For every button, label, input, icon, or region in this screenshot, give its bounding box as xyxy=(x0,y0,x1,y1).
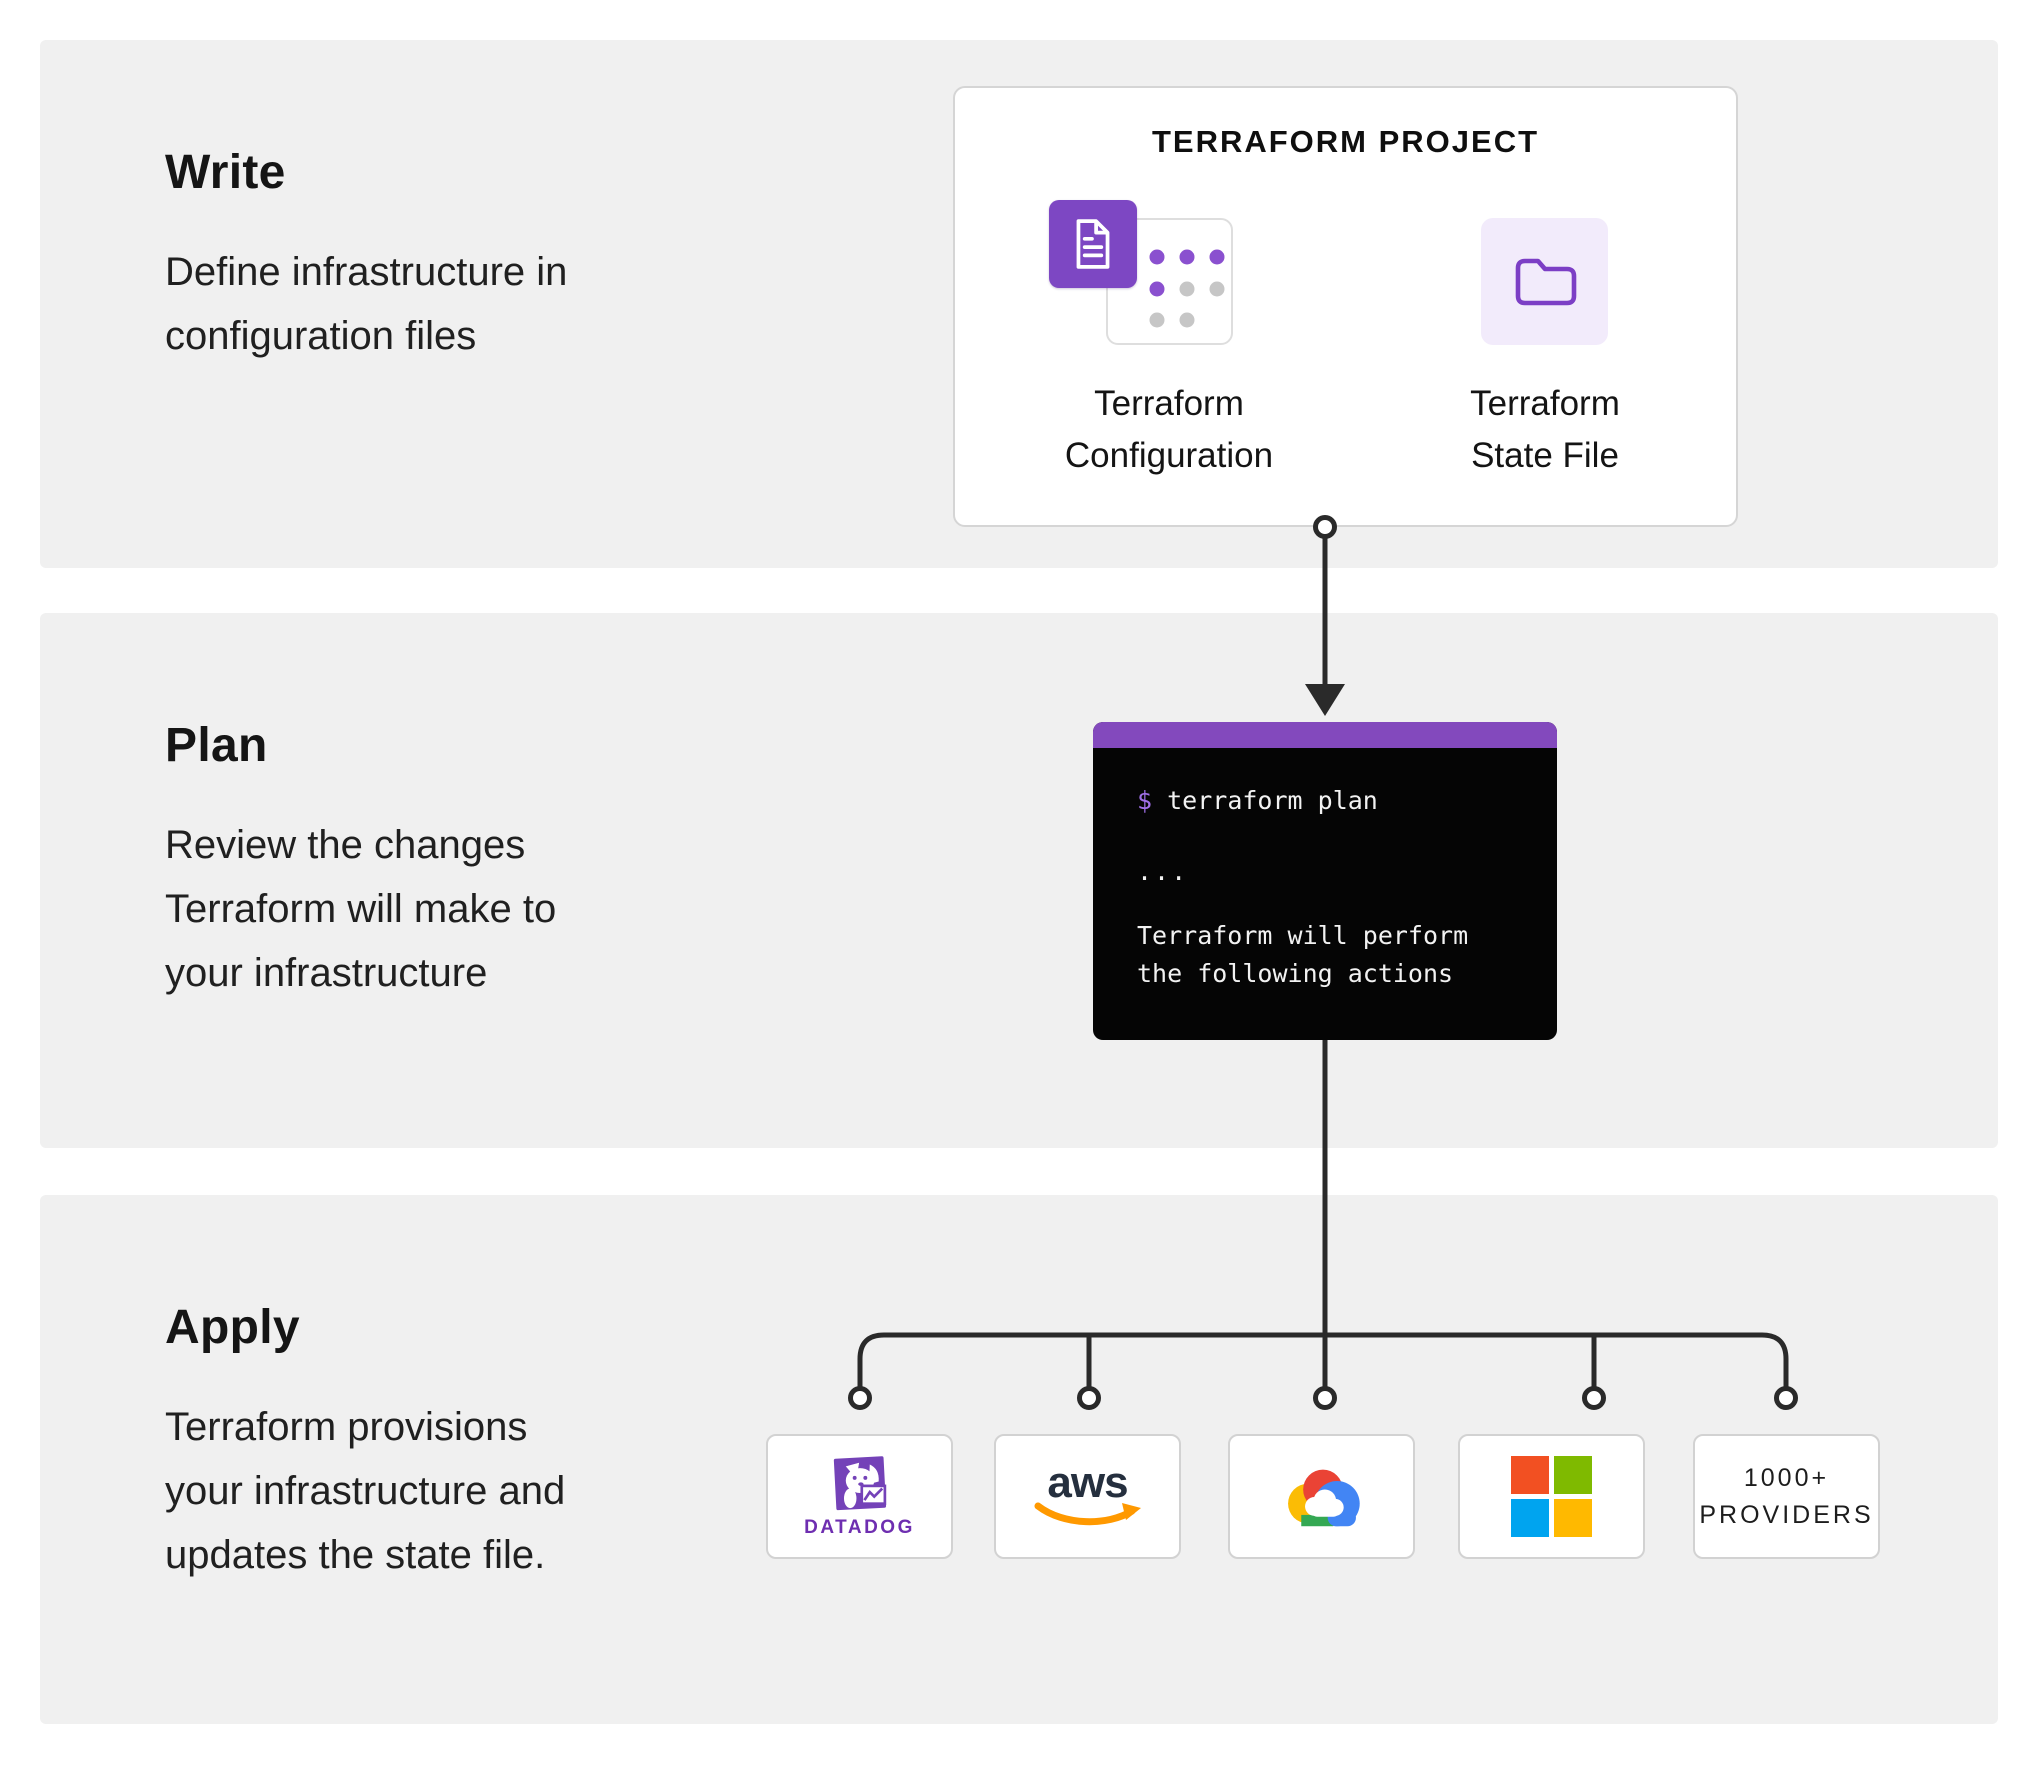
provider-card-datadog: DATADOG xyxy=(766,1434,953,1559)
terminal-ellipsis: ... xyxy=(1137,853,1527,891)
apply-description-line: Terraform provisions xyxy=(165,1395,725,1459)
terminal-title-bar xyxy=(1093,722,1557,748)
aws-wordmark: aws xyxy=(1047,1464,1127,1502)
plan-title: Plan xyxy=(165,719,725,773)
write-step-text: Write Define infrastructure in configura… xyxy=(165,146,725,368)
terraform-state-file-label: Terraform State File xyxy=(1375,378,1715,482)
folder-icon xyxy=(1513,256,1577,308)
terraform-plan-terminal: $ terraform plan ... Terraform will perf… xyxy=(1093,722,1557,1040)
apply-description-line: your infrastructure and xyxy=(165,1459,725,1523)
apply-step-text: Apply Terraform provisions your infrastr… xyxy=(165,1301,725,1587)
terraform-workflow-diagram: Write Define infrastructure in configura… xyxy=(0,0,2038,1773)
provider-card-microsoft xyxy=(1458,1434,1645,1559)
terminal-output-line: Terraform will perform xyxy=(1137,917,1527,955)
plan-description-line: Terraform will make to xyxy=(165,877,725,941)
microsoft-square-green xyxy=(1554,1456,1592,1494)
write-description-line: configuration files xyxy=(165,304,725,368)
terminal-prompt: $ xyxy=(1137,786,1152,815)
provider-card-aws: aws xyxy=(994,1434,1181,1559)
configuration-file-tile xyxy=(1049,200,1137,288)
terminal-command-line: $ terraform plan xyxy=(1137,782,1527,820)
microsoft-square-blue xyxy=(1511,1499,1549,1537)
microsoft-square-yellow xyxy=(1554,1499,1592,1537)
more-providers-label: 1000+ PROVIDERS xyxy=(1699,1460,1873,1534)
write-title: Write xyxy=(165,146,725,200)
plan-description-line: your infrastructure xyxy=(165,941,725,1005)
apply-title: Apply xyxy=(165,1301,725,1355)
plan-step-text: Plan Review the changes Terraform will m… xyxy=(165,719,725,1005)
document-icon xyxy=(1070,217,1116,271)
state-file-tile xyxy=(1481,218,1608,345)
aws-smile-icon xyxy=(1032,1502,1144,1530)
provider-card-more-providers: 1000+ PROVIDERS xyxy=(1693,1434,1880,1559)
microsoft-logo xyxy=(1511,1456,1592,1537)
apply-description: Terraform provisions your infrastructure… xyxy=(165,1395,725,1587)
provider-card-google-cloud xyxy=(1228,1434,1415,1559)
terminal-output: $ terraform plan ... Terraform will perf… xyxy=(1093,748,1557,993)
microsoft-square-red xyxy=(1511,1456,1549,1494)
datadog-wordmark: DATADOG xyxy=(804,1517,915,1539)
datadog-logo xyxy=(828,1454,892,1516)
terraform-project-title: TERRAFORM PROJECT xyxy=(955,124,1736,160)
plan-description: Review the changes Terraform will make t… xyxy=(165,813,725,1005)
plan-description-line: Review the changes xyxy=(165,813,725,877)
terraform-project-card: TERRAFORM PROJECT xyxy=(953,86,1738,527)
terraform-configuration-label: Terraform Configuration xyxy=(999,378,1339,482)
terminal-command: terraform plan xyxy=(1167,786,1378,815)
terminal-output-line: the following actions xyxy=(1137,955,1527,993)
write-description-line: Define infrastructure in xyxy=(165,240,725,304)
write-description: Define infrastructure in configuration f… xyxy=(165,240,725,368)
apply-description-line: updates the state file. xyxy=(165,1523,725,1587)
google-cloud-logo xyxy=(1280,1464,1364,1530)
